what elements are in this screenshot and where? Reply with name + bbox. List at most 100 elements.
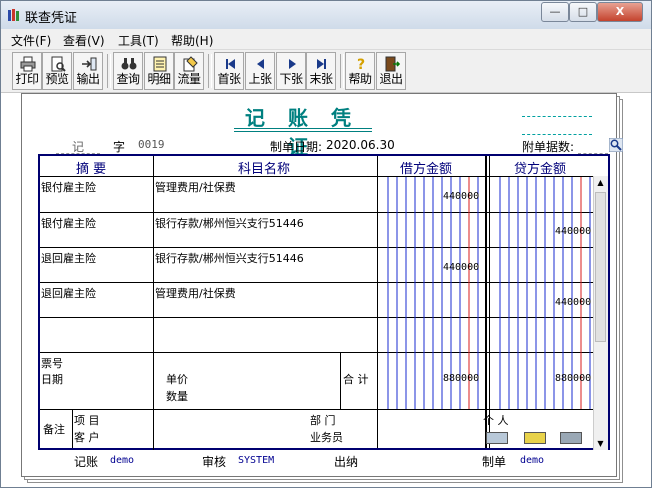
total-label: 合 计 (343, 373, 369, 386)
search-icon[interactable] (609, 138, 623, 152)
credit-header: 贷方金额 (514, 162, 567, 177)
first-button[interactable]: 首张 (214, 52, 244, 90)
date-row-label: 日期 (41, 373, 63, 386)
query-button[interactable]: 查询 (113, 52, 143, 90)
dashed-line (522, 116, 592, 117)
entry-account[interactable]: 银行存款/郴州恒兴支行51446 (155, 250, 304, 266)
title-underline (234, 128, 372, 129)
menu-bar: 文件(F) 查看(V) 工具(T) 帮助(H) (1, 29, 651, 50)
window-title: 联查凭证 (25, 11, 78, 26)
project-label: 项 目 (74, 414, 100, 427)
maximize-button[interactable]: □ (569, 2, 597, 22)
toolbar-separator (107, 54, 111, 88)
export-label: 输出 (76, 72, 100, 86)
dashed-line (522, 134, 592, 135)
menu-help[interactable]: 帮助(H) (171, 32, 213, 49)
col-divider (153, 156, 154, 450)
card-icon[interactable] (486, 432, 508, 444)
export-button[interactable]: 输出 (73, 52, 103, 90)
prev-button[interactable]: 上张 (245, 52, 275, 90)
help-label: 帮助 (348, 72, 372, 86)
cashier-label: 出纳 (334, 455, 359, 469)
exit-button[interactable]: 退出 (376, 52, 406, 90)
calculator-icon[interactable] (560, 432, 582, 444)
scroll-thumb[interactable] (595, 192, 606, 342)
toolbar-separator (340, 54, 344, 88)
prev-label: 上张 (248, 72, 272, 86)
last-button[interactable]: 末张 (306, 52, 336, 90)
voucher-area: 记 账 凭 证 记 字 0019 制单日期: 2020.06.30 附单据数: (1, 93, 651, 487)
posting-user: demo (110, 455, 135, 466)
salesman-label: 业务员 (310, 431, 343, 444)
account-header: 科目名称 (238, 162, 291, 177)
bill-number-label: 票号 (41, 357, 63, 370)
minimize-button[interactable]: — (541, 2, 569, 22)
entry-summary[interactable]: 退回雇主险 (41, 285, 96, 301)
entry-credit[interactable]: 440000 (555, 226, 591, 237)
entry-debit[interactable]: 440000 (443, 191, 479, 202)
attachments-label: 附单据数: (522, 140, 575, 154)
toolbar: 打印 预览 输出 查询 明细 流量 首张 上张 下张 末张 ? 帮助 退出 (1, 50, 651, 93)
remarks-label: 备注 (43, 423, 65, 436)
preview-button[interactable]: 预览 (42, 52, 72, 90)
maker-user: demo (520, 455, 545, 466)
debit-header: 借方金额 (400, 162, 453, 177)
entry-credit[interactable]: 440000 (555, 297, 591, 308)
entry-account[interactable]: 银行存款/郴州恒兴支行51446 (155, 215, 304, 231)
voucher-query-window: 联查凭证 — □ X 文件(F) 查看(V) 工具(T) 帮助(H) 打印 预览… (0, 0, 652, 488)
total-credit: 880000 (555, 373, 592, 384)
voucher-table: 摘 要 科目名称 借方金额 贷方金额 银付雇主险 管理费用/社保费 440000… (38, 154, 610, 450)
first-label: 首张 (217, 72, 241, 86)
total-debit: 880000 (443, 373, 480, 384)
entry-debit[interactable]: 440000 (443, 262, 479, 273)
voucher-date: 2020.06.30 (326, 138, 395, 152)
title-underline (234, 131, 372, 132)
detail-button[interactable]: 明细 (144, 52, 174, 90)
print-button[interactable]: 打印 (12, 52, 42, 90)
preview-label: 预览 (45, 72, 69, 86)
print-label: 打印 (15, 72, 39, 86)
review-user: SYSTEM (238, 455, 275, 466)
title-bar[interactable]: 联查凭证 — □ X (1, 1, 651, 29)
detail-label: 明细 (147, 72, 171, 86)
close-button[interactable]: X (597, 2, 643, 22)
exit-label: 退出 (379, 72, 403, 86)
col-divider (485, 156, 487, 448)
query-label: 查询 (116, 72, 140, 86)
flow-button[interactable]: 流量 (174, 52, 204, 90)
help-button[interactable]: ? 帮助 (345, 52, 375, 90)
remarks-divider (72, 409, 73, 448)
unit-price-label: 单价 (166, 373, 188, 386)
entry-account[interactable]: 管理费用/社保费 (155, 285, 236, 301)
date-label: 制单日期: (270, 140, 323, 154)
scroll-down-icon[interactable]: ▼ (596, 439, 605, 448)
last-label: 末张 (309, 72, 333, 86)
menu-tools[interactable]: 工具(T) (118, 32, 159, 49)
flow-label: 流量 (177, 72, 201, 86)
number-label: 字 (113, 140, 126, 154)
person-label: 个 人 (483, 414, 509, 427)
quantity-label: 数量 (166, 390, 188, 403)
toolbar-separator (208, 54, 212, 88)
review-label: 审核 (202, 455, 227, 469)
document-icon[interactable] (524, 432, 546, 444)
voucher-sheet: 记 账 凭 证 记 字 0019 制单日期: 2020.06.30 附单据数: (21, 93, 617, 477)
posting-label: 记账 (74, 455, 99, 469)
total-divider (340, 352, 341, 409)
department-label: 部 门 (310, 414, 336, 427)
next-button[interactable]: 下张 (276, 52, 306, 90)
row-divider (40, 409, 596, 410)
voucher-number: 0019 (138, 138, 165, 151)
vertical-scrollbar[interactable]: ▲ ▼ (593, 176, 608, 450)
books-icon (8, 9, 19, 21)
next-label: 下张 (279, 72, 303, 86)
entry-account[interactable]: 管理费用/社保费 (155, 179, 236, 195)
menu-file[interactable]: 文件(F) (11, 32, 51, 49)
entry-summary[interactable]: 银付雇主险 (41, 215, 96, 231)
entry-summary[interactable]: 退回雇主险 (41, 250, 96, 266)
customer-label: 客 户 (74, 431, 100, 444)
scroll-up-icon[interactable]: ▲ (596, 178, 605, 187)
entry-summary[interactable]: 银付雇主险 (41, 179, 96, 195)
menu-view[interactable]: 查看(V) (63, 32, 105, 49)
maker-label: 制单 (482, 455, 507, 469)
